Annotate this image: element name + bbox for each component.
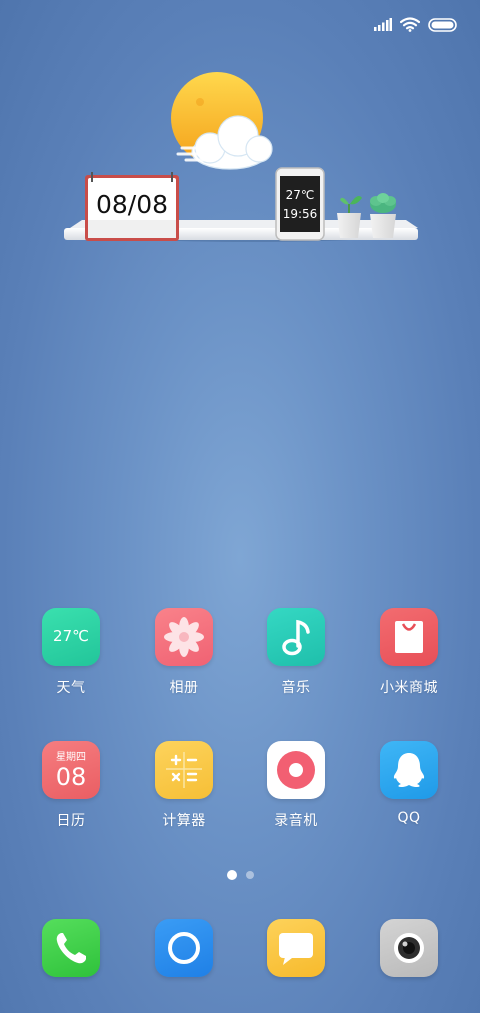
shopping-bag-icon[interactable] — [380, 608, 438, 666]
succulent-pot-icon — [370, 193, 396, 238]
calculator-icon[interactable] — [155, 741, 213, 799]
browser-icon[interactable] — [155, 919, 213, 977]
page-dot[interactable] — [245, 871, 254, 879]
gallery-flower-icon[interactable] — [155, 608, 213, 666]
dock-phone[interactable] — [21, 919, 121, 977]
home-screen: 08/08 27℃ 19:56 27℃ 天气 相册 音乐 小米商城 星期四 08… — [0, 0, 480, 1013]
app-qq[interactable]: QQ — [359, 741, 459, 826]
app-label: 录音机 — [274, 813, 318, 829]
app-music[interactable]: 音乐 — [246, 608, 346, 697]
phone-widget: 27℃ 19:56 — [275, 167, 325, 241]
weather-icon-temp: 27℃ — [53, 627, 89, 645]
app-label: 相册 — [169, 680, 199, 696]
dock-browser[interactable] — [134, 919, 234, 977]
app-calculator[interactable]: 计算器 — [134, 741, 234, 830]
app-label: QQ — [397, 810, 421, 826]
plant-pot-icon — [337, 196, 362, 238]
phone-temp: 27℃ — [286, 188, 315, 202]
music-note-icon[interactable] — [267, 608, 325, 666]
app-weather[interactable]: 27℃ 天气 — [21, 608, 121, 697]
dock-messages[interactable] — [246, 919, 346, 977]
phone-time: 19:56 — [283, 207, 318, 221]
app-label: 计算器 — [162, 813, 206, 829]
app-mi-store[interactable]: 小米商城 — [359, 608, 459, 697]
app-label: 小米商城 — [380, 680, 438, 696]
qq-penguin-icon[interactable] — [380, 741, 438, 799]
widget-illustration: 08/08 27℃ 19:56 — [64, 72, 418, 242]
calendar-widget: 08/08 — [85, 172, 179, 241]
app-label: 日历 — [56, 813, 86, 829]
sun-cloud-icon — [171, 72, 273, 170]
camera-icon[interactable] — [380, 919, 438, 977]
weather-icon[interactable]: 27℃ — [42, 608, 100, 666]
status-bar — [0, 0, 480, 50]
desk-widget[interactable]: 08/08 27℃ 19:56 — [60, 70, 422, 270]
signal-icon — [374, 18, 392, 31]
calendar-icon-day: 08 — [55, 763, 87, 791]
wifi-icon — [400, 17, 420, 32]
battery-icon — [428, 17, 457, 32]
page-dot-active[interactable] — [226, 870, 237, 880]
page-indicator[interactable] — [0, 870, 480, 880]
app-label: 音乐 — [281, 680, 311, 696]
app-calendar[interactable]: 星期四 08 日历 — [21, 741, 121, 830]
app-gallery[interactable]: 相册 — [134, 608, 234, 697]
calendar-icon[interactable]: 星期四 08 — [42, 741, 100, 799]
phone-icon[interactable] — [42, 919, 100, 977]
app-label: 天气 — [56, 680, 86, 696]
dock-camera[interactable] — [359, 919, 459, 977]
messages-icon[interactable] — [267, 919, 325, 977]
recorder-icon[interactable] — [267, 741, 325, 799]
calendar-icon-weekday: 星期四 — [56, 752, 86, 763]
calendar-date: 08/08 — [96, 190, 168, 219]
app-recorder[interactable]: 录音机 — [246, 741, 346, 830]
